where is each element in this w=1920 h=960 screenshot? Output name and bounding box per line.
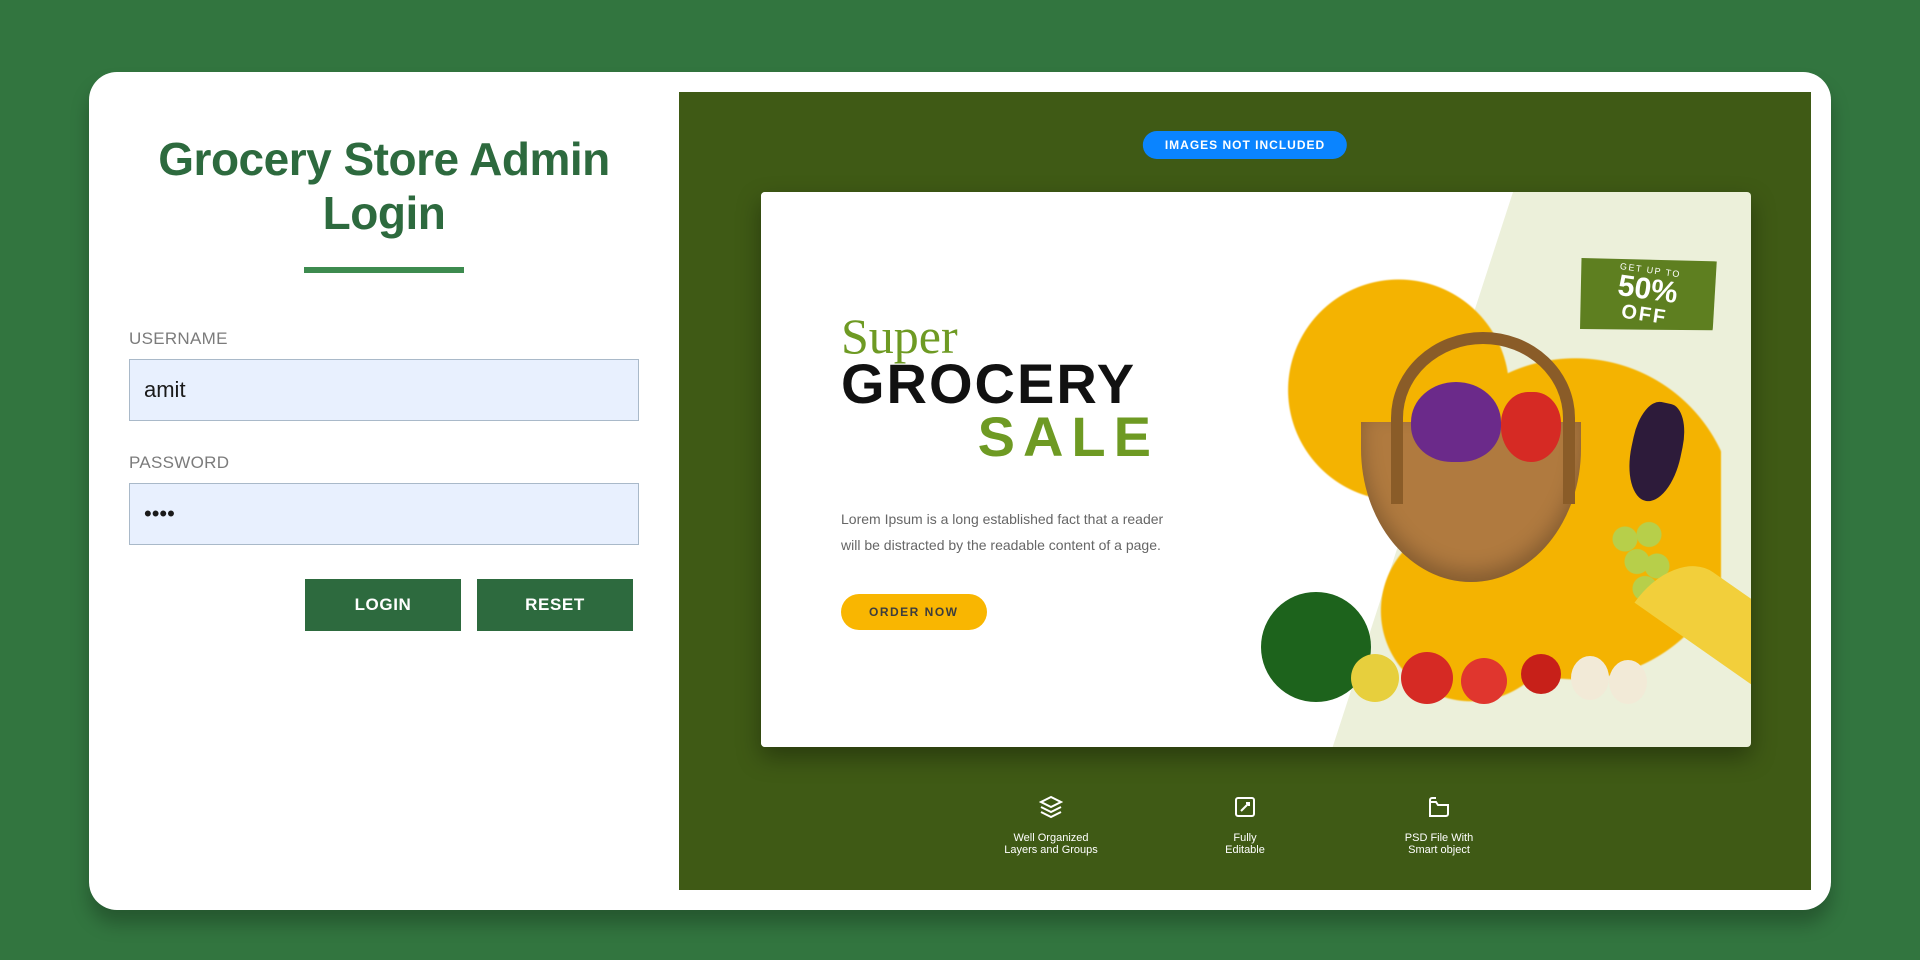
promo-panel: IMAGES NOT INCLUDED Super GROCERY SALE L… xyxy=(679,92,1811,890)
login-form: USERNAME PASSWORD LOGIN RESET xyxy=(129,329,639,631)
hero-copy: Super GROCERY SALE Lorem Ipsum is a long… xyxy=(841,307,1181,630)
button-row: LOGIN RESET xyxy=(129,579,639,631)
cabbage-icon xyxy=(1411,382,1501,462)
images-not-included-badge: IMAGES NOT INCLUDED xyxy=(1143,131,1347,159)
title-underline xyxy=(304,267,464,273)
username-label: USERNAME xyxy=(129,329,639,349)
folder-icon xyxy=(1427,795,1451,819)
login-panel: Grocery Store Admin Login USERNAME PASSW… xyxy=(89,72,679,910)
egg-icon xyxy=(1609,660,1647,704)
login-card: Grocery Store Admin Login USERNAME PASSW… xyxy=(89,72,1831,910)
feature-editable: Fully Editable xyxy=(1185,795,1305,856)
username-input[interactable] xyxy=(129,359,639,421)
tomato-icon xyxy=(1461,658,1507,704)
lemon-icon xyxy=(1351,654,1399,702)
tomato-icon xyxy=(1521,654,1561,694)
hero-body: Lorem Ipsum is a long established fact t… xyxy=(841,507,1181,557)
feature-label: Fully Editable xyxy=(1185,832,1305,856)
pepper-icon xyxy=(1501,392,1561,462)
feature-layers: Well Organized Layers and Groups xyxy=(991,795,1111,856)
feature-row: Well Organized Layers and Groups Fully E… xyxy=(991,795,1499,856)
login-button[interactable]: LOGIN xyxy=(305,579,461,631)
password-input[interactable] xyxy=(129,483,639,545)
reset-button[interactable]: RESET xyxy=(477,579,633,631)
hero-sale: SALE xyxy=(841,409,1181,465)
discount-off: OFF xyxy=(1620,301,1668,327)
order-now-button[interactable]: ORDER NOW xyxy=(841,594,987,630)
edit-icon xyxy=(1233,795,1257,819)
egg-icon xyxy=(1571,656,1609,700)
feature-psd: PSD File With Smart object xyxy=(1379,795,1499,856)
feature-label: Well Organized Layers and Groups xyxy=(991,832,1111,856)
feature-label: PSD File With Smart object xyxy=(1379,832,1499,856)
page-title: Grocery Store Admin Login xyxy=(129,132,639,241)
tomato-icon xyxy=(1401,652,1453,704)
layers-icon xyxy=(1039,795,1063,819)
hero-grocery: GROCERY xyxy=(841,359,1181,409)
password-label: PASSWORD xyxy=(129,453,639,473)
hero-banner: Super GROCERY SALE Lorem Ipsum is a long… xyxy=(761,192,1751,747)
